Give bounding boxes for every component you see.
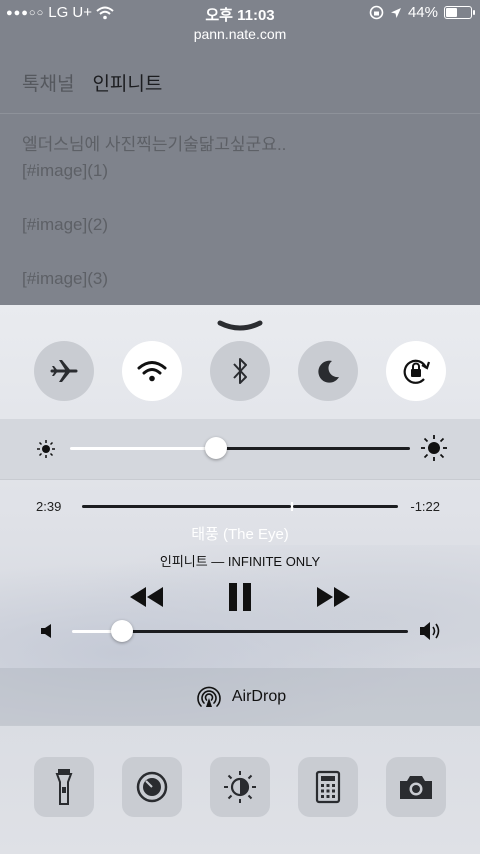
url-bar[interactable]: pann.nate.com <box>0 26 480 42</box>
image-placeholder: [#image](1) <box>22 161 108 180</box>
brightness-low-icon <box>37 440 55 458</box>
grabber-chevron-icon[interactable] <box>216 319 264 333</box>
flashlight-icon <box>55 769 73 805</box>
camera-button[interactable] <box>386 757 446 817</box>
bluetooth-toggle[interactable] <box>210 341 270 401</box>
song-title: 태풍 (The Eye) <box>191 526 289 543</box>
airdrop-button[interactable]: AirDrop <box>0 668 480 726</box>
night-shift-icon <box>224 771 256 803</box>
scrubber-played[interactable] <box>82 505 291 508</box>
brightness-track-min <box>70 447 217 450</box>
background-page: 톡채널 인피니트 엘더스님에 사진찍는기술닮고싶군요.. [#image](1)… <box>0 52 480 312</box>
battery-fill <box>446 8 457 17</box>
rotation-lock-icon <box>403 359 431 384</box>
location-arrow-icon <box>390 7 401 18</box>
calculator-button[interactable] <box>298 757 358 817</box>
orientation-lock-status-icon <box>369 5 384 20</box>
status-bar: ●●●○○ LG U+ 오후 11:03 44% <box>0 0 480 24</box>
nav-tab-infinite[interactable]: 인피니트 <box>92 69 162 96</box>
volume-low-icon <box>41 624 51 638</box>
airplane-mode-toggle[interactable] <box>34 341 94 401</box>
shortcuts-row <box>0 757 480 819</box>
fast-forward-button[interactable] <box>314 580 354 614</box>
elapsed-time: 2:39 <box>36 499 62 514</box>
toggles-row <box>0 341 480 401</box>
wifi-icon <box>137 361 167 382</box>
calculator-icon <box>315 770 341 804</box>
timer-icon <box>136 771 168 803</box>
battery-icon <box>444 6 475 19</box>
volume-track-max <box>122 630 408 633</box>
bluetooth-icon <box>233 358 247 384</box>
image-placeholder: [#image](3) <box>22 269 108 288</box>
brightness-track-max <box>216 447 410 450</box>
airdrop-label: AirDrop <box>231 688 287 705</box>
status-right: 44% <box>369 4 475 21</box>
remaining-time: -1:22 <box>410 499 440 514</box>
rewind-button[interactable] <box>126 580 166 614</box>
brightness-slider-knob[interactable] <box>205 437 228 459</box>
camera-icon <box>400 776 432 799</box>
image-placeholder: [#image](2) <box>22 215 108 234</box>
fast-forward-icon <box>317 587 350 607</box>
timer-button[interactable] <box>122 757 182 817</box>
control-center: 2:39 -1:22 태풍 (The Eye) 인피니트 — INFINITE … <box>0 305 480 854</box>
do-not-disturb-toggle[interactable] <box>298 341 358 401</box>
pause-icon <box>229 583 251 611</box>
flashlight-button[interactable] <box>34 757 94 817</box>
airplane-icon <box>50 360 78 382</box>
night-shift-button[interactable] <box>210 757 270 817</box>
background-nav: 톡채널 인피니트 <box>0 52 480 114</box>
song-artist: 인피니트 — INFINITE ONLY <box>159 554 321 569</box>
post-text: 엘더스님에 사진찍는기술닮고싶군요.. <box>22 135 287 154</box>
divider <box>0 479 480 480</box>
brightness-row <box>0 419 480 479</box>
rewind-icon <box>130 587 163 607</box>
wifi-toggle[interactable] <box>122 341 182 401</box>
volume-high-icon <box>420 622 440 640</box>
moon-icon <box>318 360 339 383</box>
airdrop-icon <box>197 686 221 707</box>
pause-button[interactable] <box>220 580 260 614</box>
scrubber-remaining[interactable] <box>292 505 398 508</box>
rotation-lock-toggle[interactable] <box>386 341 446 401</box>
brightness-high-icon <box>421 435 447 461</box>
nav-tab-talk-channel[interactable]: 톡채널 <box>22 69 74 96</box>
battery-percent: 44% <box>407 4 438 21</box>
